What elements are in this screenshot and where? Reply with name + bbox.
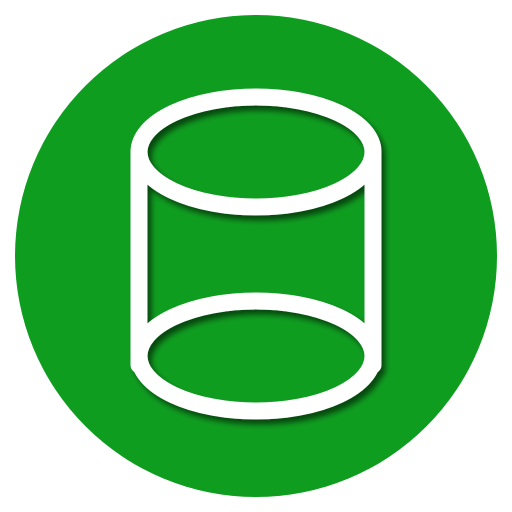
cylinder-badge-svg [15, 15, 497, 497]
app-icon [0, 0, 512, 512]
green-circle-badge [15, 15, 497, 497]
